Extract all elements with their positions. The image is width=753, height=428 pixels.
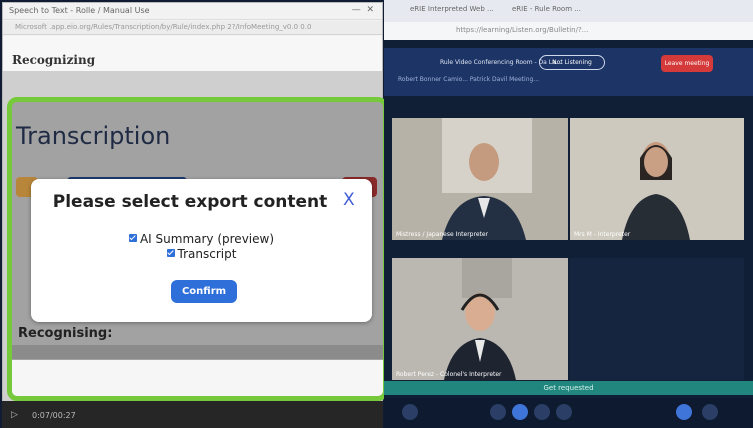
left-url-text: Microsoft .app.eio.org/Rules/Transcripti… — [15, 23, 312, 31]
status-strip: Get requested — [384, 381, 753, 395]
checkbox-ai-summary[interactable] — [128, 234, 137, 242]
media-control-bar: ▷ 0:07/00:27 — [2, 401, 383, 428]
close-icon[interactable]: X — [343, 190, 355, 210]
listening-toggle[interactable]: Not Listening — [539, 55, 605, 70]
video-tile[interactable]: Robert Perez - Colonel's Interpreter — [392, 258, 568, 380]
recognising-text-area — [12, 360, 383, 396]
participant-video — [570, 118, 744, 240]
leave-meeting-button[interactable]: Leave meeting — [661, 55, 713, 72]
tab-rule-room[interactable]: eRIE - Rule Room ... — [512, 5, 581, 13]
settings-icon[interactable] — [702, 404, 718, 420]
checkbox-transcript[interactable] — [166, 249, 175, 257]
option-transcript-label: Transcript — [177, 247, 237, 261]
recognising-bar — [12, 345, 383, 359]
more-icon[interactable] — [556, 404, 572, 420]
right-url-text: https://learning/Listen.org/Bulletin/?..… — [456, 26, 589, 34]
left-window-title: Speech to Text - Rolle / Manual Use — [9, 6, 150, 15]
play-icon[interactable]: ▷ — [11, 410, 18, 420]
conference-browser-window: eRIE Interpreted Web ... eRIE - Rule Roo… — [384, 0, 753, 428]
video-tile[interactable]: Mistress / Japanese Interpreter — [392, 118, 568, 240]
camera-icon[interactable] — [490, 404, 506, 420]
left-address-bar[interactable]: Microsoft .app.eio.org/Rules/Transcripti… — [3, 21, 382, 35]
transcription-panel: Transcription Recognising: Please select… — [7, 97, 388, 401]
tab-interpreted-web[interactable]: eRIE Interpreted Web ... — [410, 5, 494, 13]
tile-label: Robert Perez - Colonel's Interpreter — [396, 371, 502, 378]
confirm-button[interactable]: Confirm — [171, 280, 237, 303]
participant-video — [392, 118, 568, 240]
tab-strip: eRIE Interpreted Web ... eRIE - Rule Roo… — [384, 0, 753, 22]
option-transcript[interactable]: Transcript — [31, 247, 372, 261]
media-time: 0:07/00:27 — [32, 411, 76, 420]
video-tile[interactable]: Mrs M - Interpreter — [570, 118, 744, 240]
window-controls-icon[interactable]: — ✕ — [352, 5, 374, 15]
empty-video-tile — [570, 258, 744, 380]
participant-video — [392, 258, 568, 380]
left-title-bar: Speech to Text - Rolle / Manual Use — ✕ — [3, 3, 382, 20]
export-dialog: Please select export content X AI Summar… — [31, 179, 372, 322]
recognising-label: Recognising: — [18, 326, 113, 341]
share-icon[interactable] — [512, 404, 528, 420]
meeting-toolbar — [384, 398, 753, 428]
meeting-header: Rule Video Conferencing Room - Da La... … — [384, 48, 753, 96]
right-address-bar[interactable]: https://learning/Listen.org/Bulletin/?..… — [384, 22, 753, 40]
microphone-icon[interactable] — [402, 404, 418, 420]
tile-label: Mrs M - Interpreter — [574, 231, 631, 238]
chat-icon[interactable] — [676, 404, 692, 420]
transcription-title: Transcription — [16, 122, 171, 150]
option-ai-summary-label: AI Summary (preview) — [139, 232, 275, 246]
tile-label: Mistress / Japanese Interpreter — [396, 231, 489, 238]
reactions-icon[interactable] — [534, 404, 550, 420]
export-dialog-title: Please select export content — [52, 192, 328, 212]
recognizing-header-text: Recognizing — [12, 53, 96, 67]
option-ai-summary[interactable]: AI Summary (preview) — [31, 232, 372, 246]
participant-chips: Robert Bonner Camio... Patrick Davil Mee… — [398, 76, 540, 83]
